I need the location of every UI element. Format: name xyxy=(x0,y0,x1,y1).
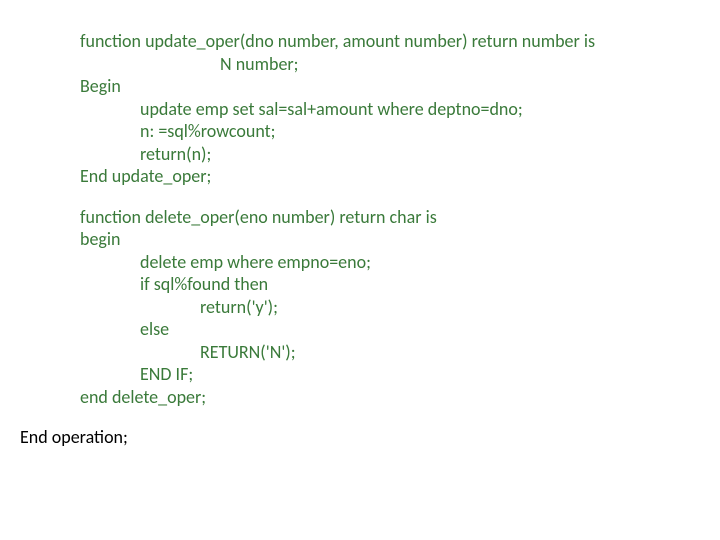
code-line: n: =sql%rowcount; xyxy=(80,120,700,143)
code-line: end delete_oper; xyxy=(80,386,700,409)
code-line: return(n); xyxy=(80,143,700,166)
code-line: END IF; xyxy=(80,363,700,386)
code-line: RETURN('N'); xyxy=(80,341,700,364)
package-end: End operation; xyxy=(20,426,700,448)
update-oper-function: function update_oper(dno number, amount … xyxy=(80,30,700,188)
code-line: else xyxy=(80,318,700,341)
code-line: End operation; xyxy=(20,426,700,448)
code-line: End update_oper; xyxy=(80,165,700,188)
code-line: function update_oper(dno number, amount … xyxy=(80,30,700,53)
code-line: return('y'); xyxy=(80,296,700,319)
code-line: function delete_oper(eno number) return … xyxy=(80,206,700,229)
code-line: begin xyxy=(80,228,700,251)
code-line: if sql%found then xyxy=(80,273,700,296)
code-line: N number; xyxy=(80,53,700,76)
code-line: update emp set sal=sal+amount where dept… xyxy=(80,98,700,121)
code-line: delete emp where empno=eno; xyxy=(80,251,700,274)
code-slide: function update_oper(dno number, amount … xyxy=(0,0,720,468)
delete-oper-function: function delete_oper(eno number) return … xyxy=(80,206,700,409)
code-line: Begin xyxy=(80,75,700,98)
